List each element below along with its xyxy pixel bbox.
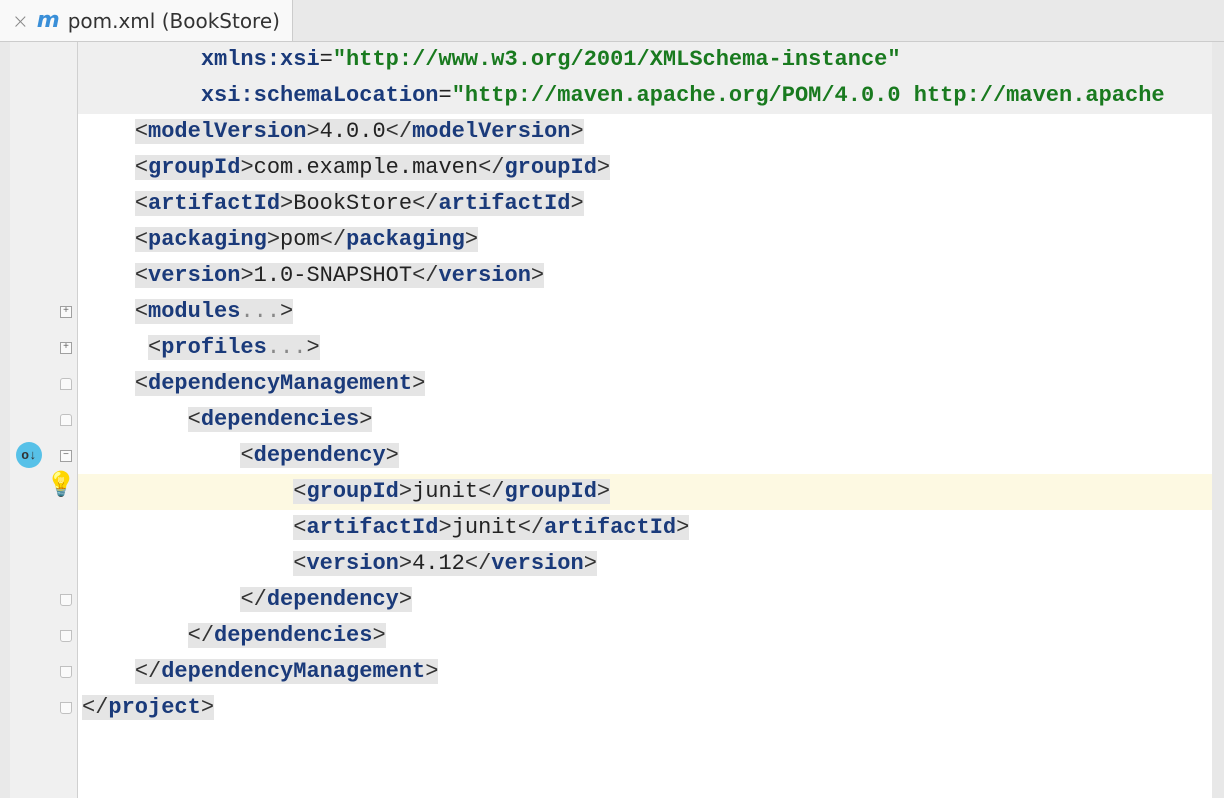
code-line: <modules...> <box>78 294 1224 330</box>
fold-close-icon[interactable] <box>10 582 78 618</box>
close-icon[interactable]: × <box>12 9 29 33</box>
code-line: <dependencyManagement> <box>78 366 1224 402</box>
code-line: </dependency> <box>78 582 1224 618</box>
vertical-scrollbar[interactable] <box>1212 42 1224 798</box>
tab-title: pom.xml (BookStore) <box>68 9 280 33</box>
maven-file-icon: m <box>37 8 60 33</box>
code-line: xmlns:xsi="http://www.w3.org/2001/XMLSch… <box>78 42 1224 78</box>
code-area[interactable]: xmlns:xsi="http://www.w3.org/2001/XMLSch… <box>78 42 1224 798</box>
fold-close-icon[interactable] <box>10 654 78 690</box>
gutter: + + − o↓ 💡 <box>10 42 78 798</box>
tab-bar: × m pom.xml (BookStore) <box>0 0 1224 42</box>
intention-bulb-icon[interactable]: 💡 <box>46 470 76 500</box>
code-line: <packaging>pom</packaging> <box>78 222 1224 258</box>
code-line: </project> <box>78 690 1224 726</box>
fold-expand-icon[interactable]: + <box>10 294 78 330</box>
fold-close-icon[interactable] <box>10 618 78 654</box>
fold-expand-icon[interactable]: + <box>10 330 78 366</box>
code-line-highlighted: <groupId>junit</groupId> <box>78 474 1224 510</box>
code-line: </dependencyManagement> <box>78 654 1224 690</box>
code-line: </dependencies> <box>78 618 1224 654</box>
code-line: <artifactId>junit</artifactId> <box>78 510 1224 546</box>
code-line: <dependency> <box>78 438 1224 474</box>
editor-tab[interactable]: × m pom.xml (BookStore) <box>0 0 293 41</box>
code-line: <version>4.12</version> <box>78 546 1224 582</box>
code-line: <profiles...> <box>78 330 1224 366</box>
fold-close-icon[interactable] <box>10 690 78 726</box>
code-line: <artifactId>BookStore</artifactId> <box>78 186 1224 222</box>
fold-open-icon[interactable] <box>10 402 78 438</box>
editor-wrap: + + − o↓ 💡 xmlns:xsi="http://www.w3.org/… <box>0 42 1224 798</box>
dependency-analyzer-icon[interactable]: o↓ <box>16 442 42 468</box>
code-line: <version>1.0-SNAPSHOT</version> <box>78 258 1224 294</box>
tool-strip <box>0 42 10 798</box>
fold-open-icon[interactable] <box>10 366 78 402</box>
code-line: xsi:schemaLocation="http://maven.apache.… <box>78 78 1224 114</box>
code-line: <groupId>com.example.maven</groupId> <box>78 150 1224 186</box>
code-line: <modelVersion>4.0.0</modelVersion> <box>78 114 1224 150</box>
code-line: <dependencies> <box>78 402 1224 438</box>
